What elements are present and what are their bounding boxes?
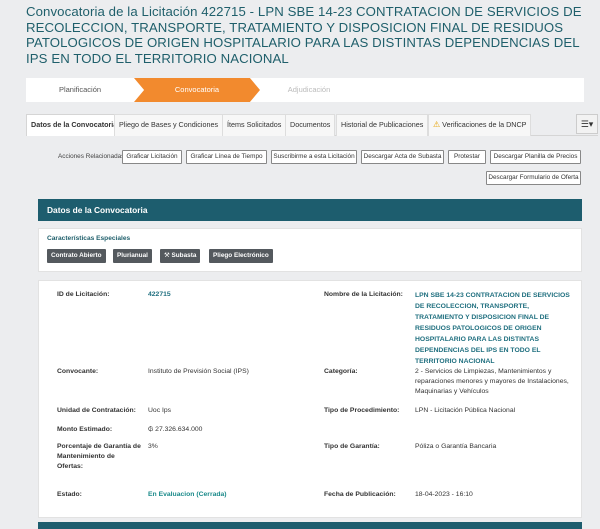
monto-value: ₲ 27.326.634.000: [148, 426, 203, 433]
tab-verificaciones[interactable]: ⚠ Verificaciones de la DNCP: [428, 114, 532, 136]
graficar-linea-tiempo-button[interactable]: Graficar Línea de Tiempo: [186, 150, 267, 164]
badge-pliego-electronico: Pliego Electrónico: [209, 249, 273, 263]
tab-pliego[interactable]: Pliego de Bases y Condiciones: [114, 114, 224, 136]
categoria-value: 2 - Servicios de Limpiezas, Mantenimient…: [415, 368, 569, 395]
menu-button[interactable]: ☰▾: [576, 114, 598, 134]
warning-icon: ⚠: [433, 120, 441, 129]
tab-historial[interactable]: Historial de Publicaciones: [336, 114, 429, 136]
graficar-licitacion-button[interactable]: Graficar Licitación: [122, 150, 182, 164]
datos-card: ID de Licitación: 422715 Nombre de la Li…: [38, 280, 582, 518]
step-adjudicacion[interactable]: Adjudicación: [250, 78, 368, 102]
categoria-label: Categoría:: [324, 368, 358, 375]
descargar-formulario-button[interactable]: Descargar Formulario de Oferta: [486, 171, 581, 185]
tipo-procedimiento-label: Tipo de Procedimiento:: [324, 407, 400, 414]
gavel-icon: ⚒: [164, 252, 172, 259]
tab-bar: Datos de la Convocatoria Pliego de Bases…: [26, 114, 598, 136]
fecha-value: 18-04-2023 - 16:10: [415, 491, 473, 498]
caracteristicas-card: Características Especiales Contrato Abie…: [38, 228, 582, 272]
page-title: Convocatoria de la Licitación 422715 - L…: [26, 4, 582, 66]
section-header: Datos de la Convocatoria: [38, 199, 582, 221]
next-section-header: [38, 522, 582, 529]
badge-subasta: ⚒ Subasta: [160, 249, 201, 263]
id-label: ID de Licitación:: [57, 291, 110, 298]
step-convocatoria[interactable]: Convocatoria: [134, 78, 260, 102]
tipo-garantia-label: Tipo de Garantía:: [324, 443, 380, 450]
tab-documentos[interactable]: Documentos: [285, 114, 336, 136]
unidad-label: Unidad de Contratación:: [57, 407, 136, 414]
tipo-garantia-value: Póliza o Garantía Bancaria: [415, 443, 497, 450]
badge-contrato-abierto: Contrato Abierto: [47, 249, 106, 263]
porcentaje-value: 3%: [148, 443, 158, 450]
descargar-acta-button[interactable]: Descargar Acta de Subasta: [361, 150, 444, 164]
protestar-button[interactable]: Protestar: [448, 150, 486, 164]
process-steps: Planificación Convocatoria Adjudicación: [26, 78, 584, 102]
unidad-value: Uoc Ips: [148, 407, 172, 414]
badge-plurianual: Plurianual: [113, 249, 152, 263]
tab-datos-convocatoria[interactable]: Datos de la Convocatoria: [26, 114, 123, 136]
actions-label: Acciones Relacionadas:: [58, 153, 127, 160]
id-value[interactable]: 422715: [148, 290, 171, 300]
badge-subasta-label: Subasta: [171, 252, 197, 259]
convocante-label: Convocante:: [57, 368, 99, 375]
nombre-label: Nombre de la Licitación:: [324, 291, 403, 298]
estado-label: Estado:: [57, 491, 82, 498]
hamburger-icon: ☰▾: [580, 119, 594, 129]
fecha-label: Fecha de Publicación:: [324, 491, 396, 498]
nombre-value: LPN SBE 14-23 CONTRATACION DE SERVICIOS …: [415, 292, 570, 365]
convocante-value[interactable]: Instituto de Previsión Social (IPS): [148, 367, 249, 377]
tab-items[interactable]: Ítems Solicitados: [222, 114, 287, 136]
step-planificacion[interactable]: Planificación: [26, 78, 134, 102]
tab-verificaciones-label: Verificaciones de la DNCP: [442, 120, 527, 129]
descargar-planilla-button[interactable]: Descargar Planilla de Precios: [490, 150, 581, 164]
monto-label: Monto Estimado:: [57, 426, 113, 433]
caracteristicas-title: Características Especiales: [47, 235, 131, 242]
estado-value: En Evaluacion (Cerrada): [148, 491, 227, 498]
porcentaje-label: Porcentaje de Garantía de Mantenimiento …: [57, 443, 141, 470]
tipo-procedimiento-value: LPN - Licitación Pública Nacional: [415, 407, 516, 414]
suscribirme-button[interactable]: Suscribirme a esta Licitación: [271, 150, 357, 164]
